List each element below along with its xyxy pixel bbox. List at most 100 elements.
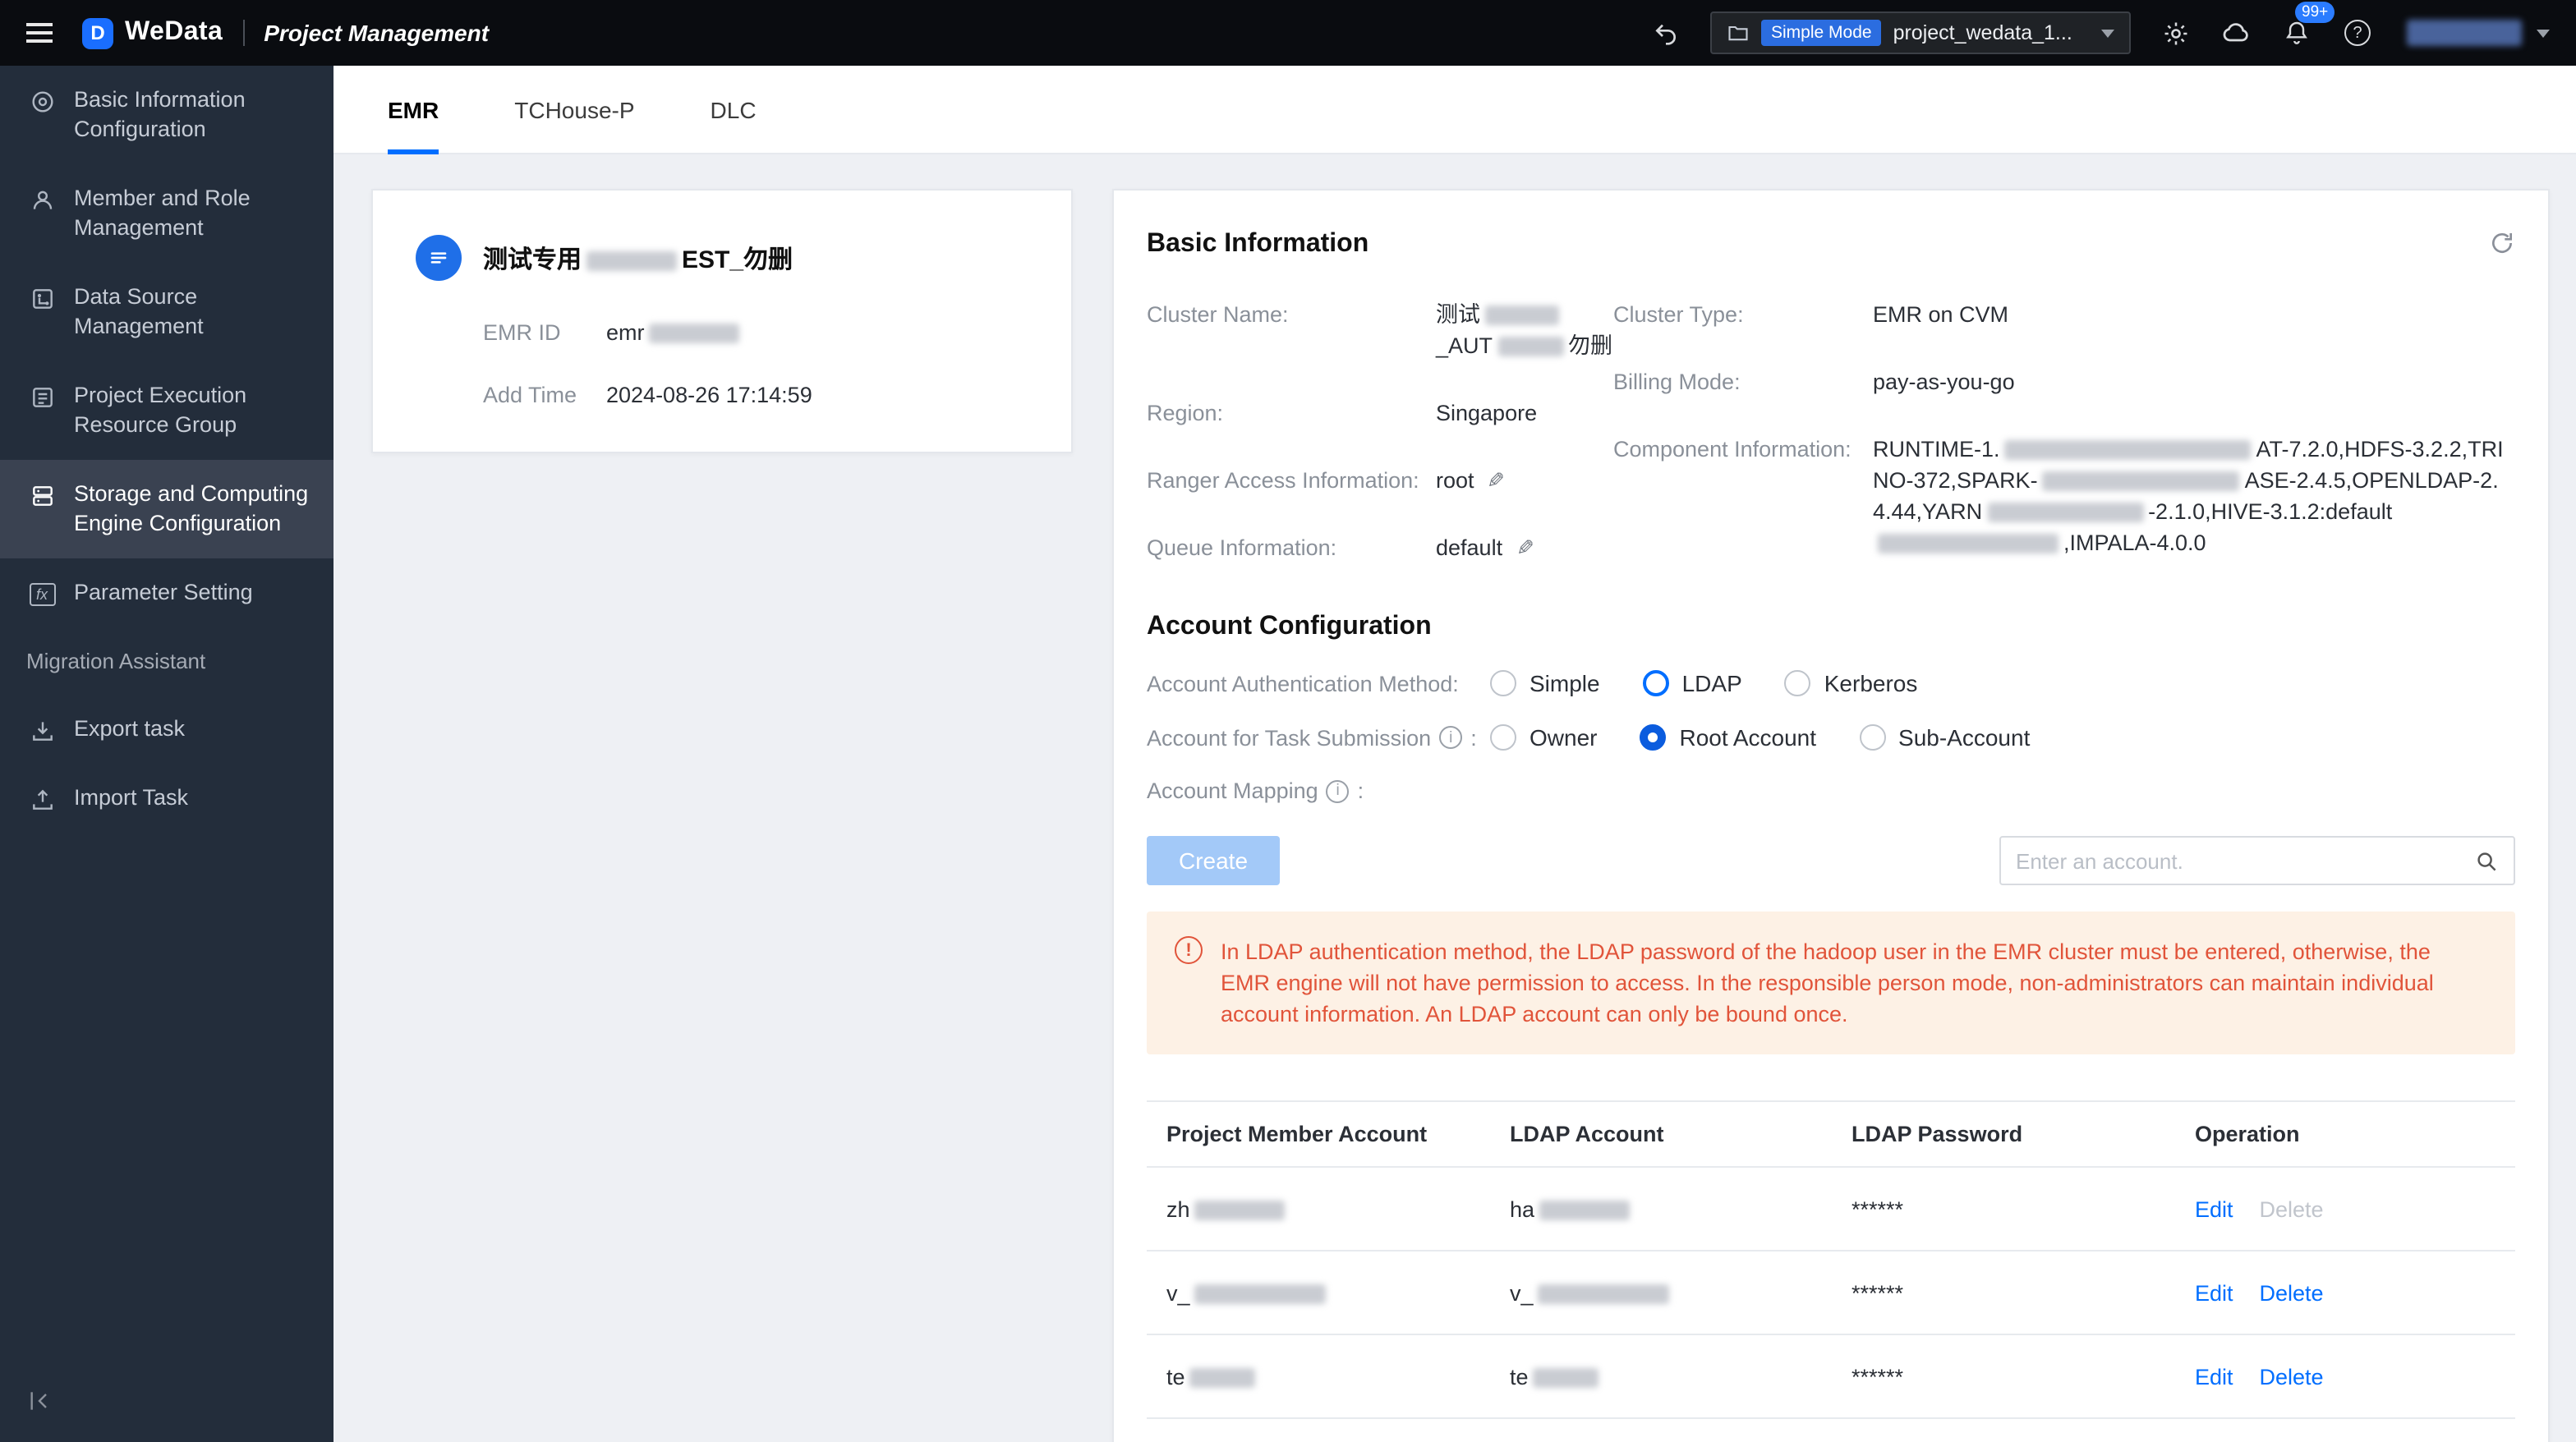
account-search[interactable] bbox=[1999, 836, 2515, 885]
sidebar-collapse-icon[interactable] bbox=[0, 1368, 334, 1442]
tab-label: DLC bbox=[710, 96, 757, 122]
delete-link[interactable]: Delete bbox=[2260, 1280, 2324, 1305]
radio-root-account[interactable]: Root Account bbox=[1640, 724, 1816, 751]
sidebar-item-migration-assistant[interactable]: Migration Assistant bbox=[0, 627, 334, 695]
sidebar-item-label: Migration Assistant bbox=[26, 649, 206, 673]
add-time-row: Add Time 2024-08-26 17:14:59 bbox=[483, 383, 1028, 407]
redacted-text bbox=[2042, 471, 2240, 492]
edit-link[interactable]: Edit bbox=[2195, 1196, 2233, 1221]
wedata-logo-icon: D bbox=[82, 17, 113, 48]
user-account-menu[interactable] bbox=[2402, 20, 2550, 46]
help-icon[interactable]: ? bbox=[2341, 16, 2374, 49]
sidebar-item-data-source[interactable]: Data Source Management bbox=[0, 263, 334, 361]
redacted-text bbox=[2004, 440, 2252, 461]
cell-ldap-account: ha bbox=[1490, 1196, 1832, 1221]
edit-ranger-icon[interactable]: ✎ bbox=[1488, 465, 1506, 496]
info-icon[interactable]: i bbox=[1326, 779, 1350, 802]
warning-text: In LDAP authentication method, the LDAP … bbox=[1221, 939, 2434, 1026]
tab-dlc[interactable]: DLC bbox=[711, 66, 757, 153]
tab-emr[interactable]: EMR bbox=[388, 66, 439, 154]
redacted-text bbox=[1539, 1200, 1631, 1220]
chevron-down-icon bbox=[2101, 29, 2114, 37]
field-value: 测试 _AUT 勿删 bbox=[1436, 302, 1613, 358]
field-value: Singapore bbox=[1436, 401, 1538, 425]
menu-icon[interactable] bbox=[26, 23, 53, 43]
col-header-ldap-password: LDAP Password bbox=[1852, 1122, 2023, 1146]
cell-member: te bbox=[1147, 1364, 1490, 1389]
settings-gear-icon[interactable] bbox=[2159, 16, 2192, 49]
field-region: Region: Singapore bbox=[1147, 397, 1613, 429]
task-submission-options: Owner Root Account Sub-Account bbox=[1490, 724, 2030, 751]
cell-ldap-password: ****** bbox=[1852, 1280, 1904, 1305]
sidebar-item-import-task[interactable]: Import Task bbox=[0, 764, 334, 833]
add-time-value: 2024-08-26 17:14:59 bbox=[606, 383, 812, 407]
radio-ldap[interactable]: LDAP bbox=[1642, 670, 1742, 696]
detail-card: Basic Information Cluster Name: 测试 _AUT 勿… bbox=[1112, 189, 2550, 1442]
redacted-text bbox=[649, 324, 740, 344]
sidebar-item-label: Storage and Computing Engine Configurati… bbox=[74, 481, 309, 535]
radio-icon-selected bbox=[1642, 670, 1669, 696]
cloud-icon[interactable] bbox=[2220, 16, 2252, 49]
basic-information-heading: Basic Information bbox=[1147, 230, 1369, 258]
account-search-input[interactable] bbox=[2016, 848, 2474, 873]
sidebar-item-parameter-setting[interactable]: fx Parameter Setting bbox=[0, 558, 334, 627]
radio-label: Root Account bbox=[1679, 724, 1817, 751]
main-area: EMR TCHouse-P DLC 测试专用 EST_勿删 EMR ID emr bbox=[334, 66, 2576, 1442]
search-icon[interactable] bbox=[2474, 848, 2499, 873]
sidebar-item-member-role[interactable]: Member and Role Management bbox=[0, 164, 334, 263]
project-selector[interactable]: Simple Mode project_wedata_1... bbox=[1710, 11, 2131, 54]
warning-icon: ! bbox=[1175, 936, 1203, 964]
undo-icon[interactable] bbox=[1649, 16, 1682, 49]
delete-link[interactable]: Delete bbox=[2260, 1364, 2324, 1389]
emr-id-value: emr bbox=[606, 320, 745, 345]
sidebar-item-label: Import Task bbox=[74, 785, 189, 810]
info-icon[interactable]: i bbox=[1439, 726, 1463, 749]
sidebar-item-resource-group[interactable]: Project Execution Resource Group bbox=[0, 361, 334, 460]
sidebar-item-storage-engine[interactable]: Storage and Computing Engine Configurati… bbox=[0, 460, 334, 558]
cell-ldap-account: te bbox=[1490, 1364, 1832, 1389]
sidebar-item-label: Project Execution Resource Group bbox=[74, 383, 247, 437]
account-mapping-label: Account Mapping i: bbox=[1147, 778, 1364, 803]
create-button[interactable]: Create bbox=[1147, 836, 1280, 885]
radio-icon bbox=[1490, 724, 1516, 751]
redacted-text bbox=[1538, 1284, 1670, 1304]
redacted-text bbox=[1194, 1200, 1286, 1220]
radio-label: Kerberos bbox=[1824, 670, 1918, 696]
cell-ldap-password: ****** bbox=[1852, 1364, 1904, 1389]
export-icon bbox=[28, 716, 56, 744]
notification-bell-icon[interactable]: 99+ bbox=[2280, 2, 2335, 49]
top-bar: D WeData Project Management Simple Mode … bbox=[0, 0, 2576, 66]
sidebar-item-label: Data Source Management bbox=[74, 284, 204, 338]
cluster-title-suffix: EST_勿删 bbox=[682, 246, 794, 273]
cluster-card-header: 测试专用 EST_勿删 bbox=[416, 235, 1028, 281]
table-row: te te ****** Edit Delete bbox=[1147, 1335, 2515, 1419]
radio-owner[interactable]: Owner bbox=[1490, 724, 1597, 751]
edit-queue-icon[interactable]: ✎ bbox=[1516, 532, 1534, 563]
refresh-icon[interactable] bbox=[2489, 230, 2515, 264]
tab-label: TCHouse-P bbox=[514, 96, 635, 122]
cluster-card[interactable]: 测试专用 EST_勿删 EMR ID emr Add Time 2024-08-2… bbox=[371, 189, 1073, 453]
redacted-text bbox=[1194, 1284, 1327, 1304]
account-mapping-table: Project Member Account LDAP Account LDAP… bbox=[1147, 1100, 2515, 1419]
radio-sub-account[interactable]: Sub-Account bbox=[1859, 724, 2030, 751]
cluster-icon bbox=[416, 235, 462, 281]
field-component-information: Component Information: RUNTIME-1. AT-7.2.… bbox=[1613, 434, 2515, 558]
wedata-logo[interactable]: D WeData bbox=[82, 17, 223, 48]
sidebar-item-export-task[interactable]: Export task bbox=[0, 695, 334, 764]
storage-engine-icon bbox=[28, 481, 56, 509]
redacted-text bbox=[1189, 1367, 1256, 1388]
field-label: Ranger Access Information: bbox=[1147, 468, 1419, 493]
field-value: root ✎ bbox=[1436, 465, 1613, 496]
tab-tchouse-p[interactable]: TCHouse-P bbox=[514, 66, 634, 153]
sidebar-item-basic-information[interactable]: Basic Information Configuration bbox=[0, 66, 334, 164]
divider bbox=[242, 20, 245, 46]
cell-operation: Edit Delete bbox=[2175, 1364, 2515, 1389]
edit-link[interactable]: Edit bbox=[2195, 1280, 2233, 1305]
edit-link[interactable]: Edit bbox=[2195, 1364, 2233, 1389]
account-mapping-row: Account Mapping i: bbox=[1147, 778, 2515, 803]
avatar bbox=[2407, 20, 2522, 46]
radio-simple[interactable]: Simple bbox=[1490, 670, 1600, 696]
radio-kerberos[interactable]: Kerberos bbox=[1784, 670, 1918, 696]
account-configuration-heading: Account Configuration bbox=[1147, 613, 1432, 641]
table-header-row: Project Member Account LDAP Account LDAP… bbox=[1147, 1102, 2515, 1168]
